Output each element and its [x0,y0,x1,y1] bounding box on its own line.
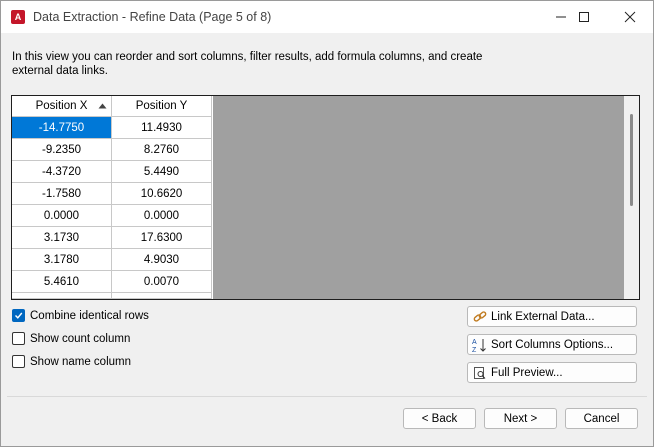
sort-az-icon: AZ [472,337,488,353]
full-preview-button[interactable]: Full Preview... [467,362,637,383]
preview-magnifier-icon [472,365,488,381]
full-preview-label: Full Preview... [491,366,563,379]
table-row[interactable]: 3.1780 4.9030 [12,249,213,271]
sort-ascending-icon [98,103,107,109]
column-header-label: Position Y [135,100,188,112]
table-row-partial [12,293,213,299]
back-button[interactable]: < Back [403,408,476,429]
link-icon [472,309,488,325]
title-bar[interactable]: A Data Extraction - Refine Data (Page 5 … [1,1,653,33]
table-row[interactable]: 3.1730 17.6300 [12,227,213,249]
data-extraction-dialog: A Data Extraction - Refine Data (Page 5 … [0,0,654,447]
cell-position-y[interactable]: 5.4490 [112,161,212,183]
svg-text:A: A [15,12,22,22]
column-header-position-y[interactable]: Position Y [112,96,212,117]
svg-text:Z: Z [472,347,477,353]
sort-columns-options-label: Sort Columns Options... [491,338,614,351]
combine-identical-rows-label: Combine identical rows [30,309,149,322]
vertical-scrollbar[interactable] [624,96,639,299]
table-row[interactable]: 5.4610 0.0070 [12,271,213,293]
cell-position-x[interactable]: 0.0000 [12,205,112,227]
cell-position-y [112,293,212,299]
combine-identical-rows-checkbox[interactable] [12,309,25,322]
window-title: Data Extraction - Refine Data (Page 5 of… [33,10,272,24]
combine-identical-rows-option[interactable]: Combine identical rows [12,309,149,322]
show-count-column-label: Show count column [30,332,131,345]
cell-position-y[interactable]: 0.0070 [112,271,212,293]
table-row[interactable]: -14.7750 11.4930 [12,117,213,139]
close-button[interactable] [607,1,653,33]
cell-position-y[interactable]: 0.0000 [112,205,212,227]
close-icon [624,11,636,23]
cell-position-x [12,293,112,299]
link-external-data-button[interactable]: Link External Data... [467,306,637,327]
cell-position-x[interactable]: -4.3720 [12,161,112,183]
maximize-icon [579,12,589,22]
column-header-position-x[interactable]: Position X [12,96,112,117]
instructions-text: In this view you can reorder and sort co… [12,51,483,77]
cell-position-x[interactable]: -9.2350 [12,139,112,161]
next-button[interactable]: Next > [484,408,557,429]
show-name-column-label: Show name column [30,355,131,368]
table-row[interactable]: -4.3720 5.4490 [12,161,213,183]
autocad-app-icon: A [11,10,25,24]
cell-position-y[interactable]: 4.9030 [112,249,212,271]
cell-position-x[interactable]: -14.7750 [12,117,112,139]
scrollbar-thumb[interactable] [630,114,633,206]
cell-position-x[interactable]: 3.1780 [12,249,112,271]
show-count-column-checkbox[interactable] [12,332,25,345]
grid-table: Position X Position Y -14.7750 11.4930 -… [12,96,213,299]
column-header-label: Position X [35,100,88,112]
data-grid[interactable]: Position X Position Y -14.7750 11.4930 -… [11,95,640,300]
cell-position-y[interactable]: 17.6300 [112,227,212,249]
show-name-column-checkbox[interactable] [12,355,25,368]
grid-header-row: Position X Position Y [12,96,213,117]
cell-position-x[interactable]: -1.7580 [12,183,112,205]
svg-text:A: A [472,339,477,346]
cell-position-y[interactable]: 8.2760 [112,139,212,161]
cancel-button[interactable]: Cancel [565,408,638,429]
cell-position-y[interactable]: 11.4930 [112,117,212,139]
link-external-data-label: Link External Data... [491,310,595,323]
cell-position-x[interactable]: 5.4610 [12,271,112,293]
table-row[interactable]: 0.0000 0.0000 [12,205,213,227]
show-name-column-option[interactable]: Show name column [12,355,131,368]
show-count-column-option[interactable]: Show count column [12,332,130,345]
cell-position-y[interactable]: 10.6620 [112,183,212,205]
footer-divider [7,396,647,397]
cell-position-x[interactable]: 3.1730 [12,227,112,249]
table-row[interactable]: -9.2350 8.2760 [12,139,213,161]
sort-columns-options-button[interactable]: AZ Sort Columns Options... [467,334,637,355]
table-row[interactable]: -1.7580 10.6620 [12,183,213,205]
maximize-button[interactable] [561,1,607,33]
checkmark-icon [15,312,23,319]
